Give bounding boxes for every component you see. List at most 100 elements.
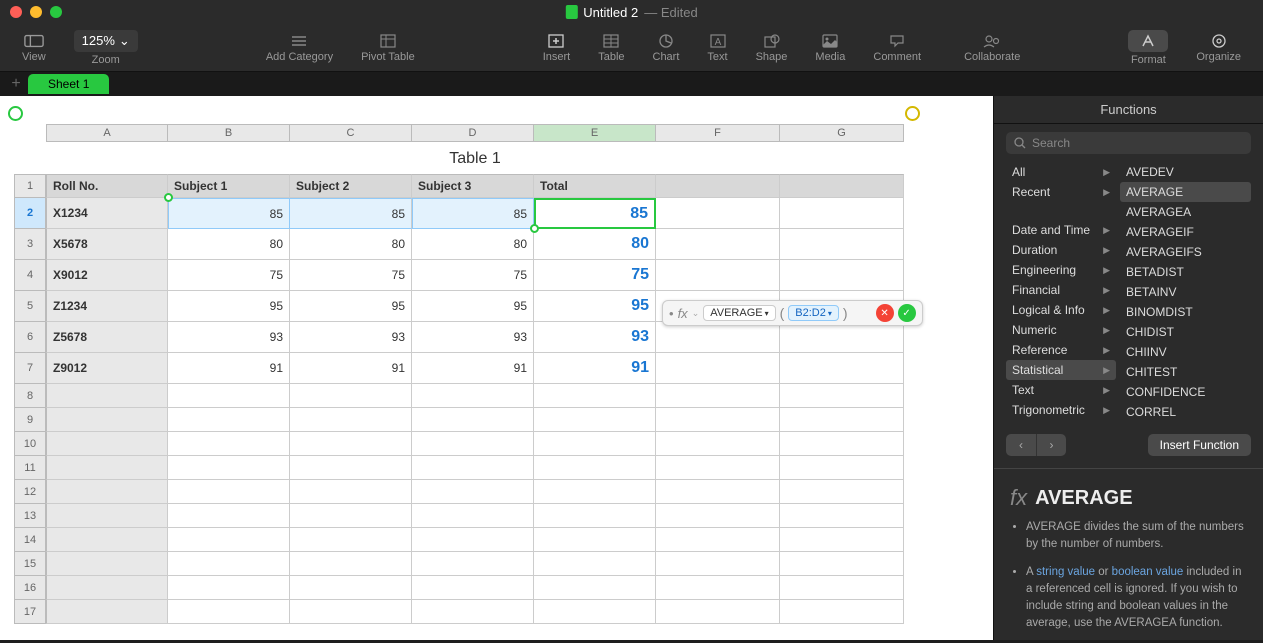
cell-a3[interactable]: X5678 [46,229,168,260]
close-window-button[interactable] [10,6,22,18]
cell-c5[interactable]: 95 [290,291,412,322]
table-button[interactable]: Table [584,29,638,67]
cell-e3[interactable]: 80 [534,229,656,260]
cell-a11[interactable] [46,456,168,480]
cell-f17[interactable] [656,600,780,624]
cell-g17[interactable] [780,600,904,624]
category-item[interactable]: Financial▶ [1006,280,1116,300]
cell-d2[interactable]: 85 [412,198,534,229]
category-item[interactable]: Statistical▶ [1006,360,1116,380]
cell-a2[interactable]: X1234 [46,198,168,229]
cell-b2[interactable]: 85 [168,198,290,229]
cell-a17[interactable] [46,600,168,624]
cell-a6[interactable]: Z5678 [46,322,168,353]
category-item[interactable]: Date and Time▶ [1006,220,1116,240]
category-item[interactable]: Recent▶ [1006,182,1116,202]
category-item[interactable]: Logical & Info▶ [1006,300,1116,320]
cell-e8[interactable] [534,384,656,408]
add-sheet-button[interactable]: + [4,74,28,94]
function-item[interactable]: CORREL [1120,402,1251,422]
row-header-16[interactable]: 16 [14,576,46,600]
row-header-9[interactable]: 9 [14,408,46,432]
cell-b12[interactable] [168,480,290,504]
cell-d4[interactable]: 75 [412,260,534,291]
row-header-13[interactable]: 13 [14,504,46,528]
minimize-window-button[interactable] [30,6,42,18]
cell-d7[interactable]: 91 [412,353,534,384]
function-item[interactable]: AVERAGEIF [1120,222,1251,242]
function-item[interactable]: BINOMDIST [1120,302,1251,322]
cell-b4[interactable]: 75 [168,260,290,291]
cell-b8[interactable] [168,384,290,408]
cell-c11[interactable] [290,456,412,480]
table-handle-top-right[interactable] [905,106,920,121]
cell-e9[interactable] [534,408,656,432]
col-header-d[interactable]: D [412,124,534,142]
cell-e16[interactable] [534,576,656,600]
cell-f9[interactable] [656,408,780,432]
cell-f1[interactable] [656,174,780,198]
cell-d16[interactable] [412,576,534,600]
function-search[interactable] [1006,132,1251,154]
cell-a5[interactable]: Z1234 [46,291,168,322]
cell-b16[interactable] [168,576,290,600]
chart-button[interactable]: Chart [639,29,694,67]
cell-f7[interactable] [656,353,780,384]
cell-c3[interactable]: 80 [290,229,412,260]
pivot-table-button[interactable]: Pivot Table [347,29,429,67]
media-button[interactable]: Media [801,29,859,67]
cell-d13[interactable] [412,504,534,528]
cell-e15[interactable] [534,552,656,576]
cell-d11[interactable] [412,456,534,480]
formula-reference-token[interactable]: B2:D2 ▾ [788,305,839,321]
cell-e13[interactable] [534,504,656,528]
cell-g13[interactable] [780,504,904,528]
cell-g4[interactable] [780,260,904,291]
cell-a12[interactable] [46,480,168,504]
cell-c14[interactable] [290,528,412,552]
category-item[interactable]: Duration▶ [1006,240,1116,260]
category-item[interactable]: Text▶ [1006,380,1116,400]
shape-button[interactable]: Shape [742,29,802,67]
cell-f2[interactable] [656,198,780,229]
cell-c6[interactable]: 93 [290,322,412,353]
cell-g3[interactable] [780,229,904,260]
cell-a15[interactable] [46,552,168,576]
cell-c4[interactable]: 75 [290,260,412,291]
zoom-button[interactable]: 125% ⌄ Zoom [60,26,152,70]
col-header-e[interactable]: E [534,124,656,142]
cell-c15[interactable] [290,552,412,576]
cell-e10[interactable] [534,432,656,456]
function-item[interactable]: CHIDIST [1120,322,1251,342]
insert-function-button[interactable]: Insert Function [1148,434,1251,456]
organize-button[interactable]: Organize [1182,29,1255,67]
cell-f12[interactable] [656,480,780,504]
cell-a9[interactable] [46,408,168,432]
row-header-17[interactable]: 17 [14,600,46,624]
function-item[interactable]: CONFIDENCE [1120,382,1251,402]
cell-b11[interactable] [168,456,290,480]
cell-f6[interactable] [656,322,780,353]
row-header-8[interactable]: 8 [14,384,46,408]
comment-button[interactable]: Comment [859,29,935,67]
cell-b6[interactable]: 93 [168,322,290,353]
row-header-15[interactable]: 15 [14,552,46,576]
chevron-down-icon[interactable]: ⌄ [692,308,700,319]
row-header-3[interactable]: 3 [14,229,46,260]
cell-d5[interactable]: 95 [412,291,534,322]
cell-d8[interactable] [412,384,534,408]
row-header-7[interactable]: 7 [14,353,46,384]
selection-handle-br[interactable] [530,224,539,233]
cell-c1[interactable]: Subject 2 [290,174,412,198]
cell-e5[interactable]: 95 [534,291,656,322]
search-input[interactable] [1032,136,1243,150]
cell-g16[interactable] [780,576,904,600]
cell-e17[interactable] [534,600,656,624]
table-title[interactable]: Table 1 [46,142,904,174]
function-item[interactable]: BETADIST [1120,262,1251,282]
cell-e14[interactable] [534,528,656,552]
category-item[interactable]: Engineering▶ [1006,260,1116,280]
cell-f4[interactable] [656,260,780,291]
cell-c8[interactable] [290,384,412,408]
function-item[interactable]: BETAINV [1120,282,1251,302]
